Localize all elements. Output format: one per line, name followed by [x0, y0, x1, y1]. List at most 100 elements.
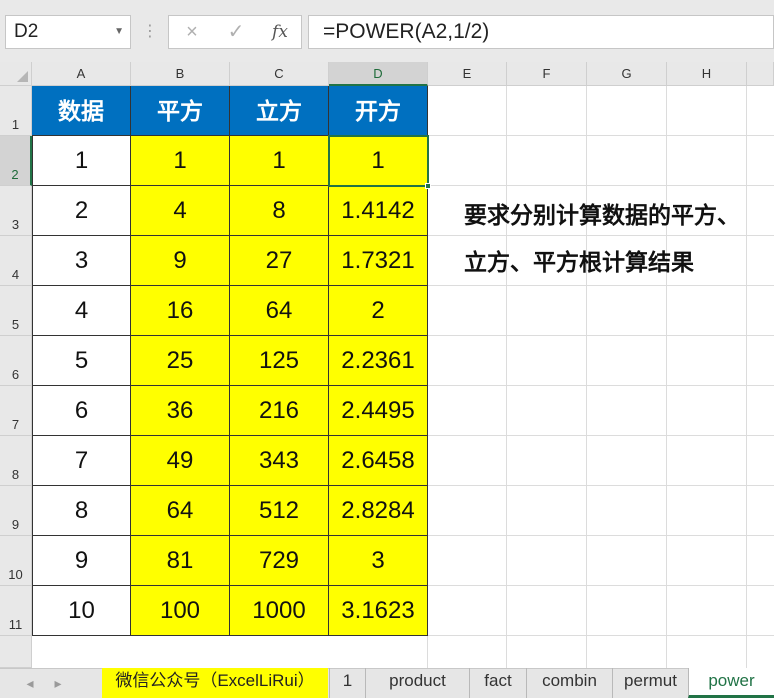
tab-fact[interactable]: fact	[469, 668, 526, 698]
row-header-label: 4	[11, 267, 20, 282]
column-header-g[interactable]: G	[587, 62, 667, 86]
data-cell[interactable]: 512	[230, 486, 329, 536]
row-header-9[interactable]: 9	[0, 486, 32, 536]
gridline-vertical	[506, 86, 507, 668]
data-cell[interactable]: 1.4142	[329, 186, 428, 236]
tab-wechat-account[interactable]: 微信公众号（ExcelLiRui）	[102, 668, 328, 698]
row-header-1[interactable]: 1	[0, 86, 32, 136]
column-header-a[interactable]: A	[32, 62, 131, 86]
gridline-vertical	[586, 86, 587, 668]
row-header-4[interactable]: 4	[0, 236, 32, 286]
header-cell[interactable]: 数据	[32, 86, 131, 136]
row-header-2[interactable]: 2	[0, 136, 32, 186]
data-cell[interactable]: 2.8284	[329, 486, 428, 536]
data-cell[interactable]: 1	[131, 136, 230, 186]
note-line-2: 立方、平方根计算结果	[464, 249, 694, 275]
name-box[interactable]: D2 ▼	[5, 15, 131, 49]
data-cell[interactable]: 9	[32, 536, 131, 586]
row-header-8[interactable]: 8	[0, 436, 32, 486]
note-line-1: 要求分别计算数据的平方、	[464, 202, 740, 228]
column-header-b[interactable]: B	[131, 62, 230, 86]
data-cell[interactable]: 3	[32, 236, 131, 286]
data-cell[interactable]: 64	[230, 286, 329, 336]
gridline-vertical	[746, 86, 747, 668]
row-header-label: 7	[11, 417, 20, 432]
tab-product[interactable]: product	[365, 668, 469, 698]
insert-function-icon[interactable]: fx	[265, 16, 295, 48]
row-header-label: 9	[11, 517, 20, 532]
chevron-left-icon[interactable]: ◂	[20, 668, 40, 698]
row-header-label: 1	[11, 117, 20, 132]
data-cell[interactable]: 2.2361	[329, 336, 428, 386]
row-header-6[interactable]: 6	[0, 336, 32, 386]
data-cell[interactable]: 25	[131, 336, 230, 386]
data-cell[interactable]: 125	[230, 336, 329, 386]
data-cell[interactable]: 1	[230, 136, 329, 186]
data-cell[interactable]: 27	[230, 236, 329, 286]
column-header-h[interactable]: H	[667, 62, 747, 86]
row-header-label: 8	[11, 467, 20, 482]
data-cell[interactable]: 3	[329, 536, 428, 586]
data-cell[interactable]: 1	[32, 136, 131, 186]
row-header-11[interactable]: 11	[0, 586, 32, 636]
tab-power[interactable]: power	[688, 668, 774, 698]
select-all-icon	[17, 71, 28, 82]
column-header-f[interactable]: F	[507, 62, 587, 86]
data-cell[interactable]: 100	[131, 586, 230, 636]
row-header-label: 3	[11, 217, 20, 232]
fill-handle[interactable]	[425, 183, 431, 189]
data-cell[interactable]: 1000	[230, 586, 329, 636]
data-cell[interactable]: 8	[230, 186, 329, 236]
row-header-next[interactable]	[0, 636, 32, 668]
chevron-down-icon[interactable]: ▼	[114, 16, 124, 48]
data-cell[interactable]: 6	[32, 386, 131, 436]
data-cell[interactable]: 1.7321	[329, 236, 428, 286]
column-header-e[interactable]: E	[428, 62, 507, 86]
data-cell[interactable]: 16	[131, 286, 230, 336]
data-cell[interactable]: 2	[329, 286, 428, 336]
data-cell[interactable]: 81	[131, 536, 230, 586]
data-cell[interactable]: 343	[230, 436, 329, 486]
data-cell[interactable]: 36	[131, 386, 230, 436]
select-all-button[interactable]	[0, 62, 32, 86]
row-header-10[interactable]: 10	[0, 536, 32, 586]
row-header-7[interactable]: 7	[0, 386, 32, 436]
chevron-right-icon[interactable]: ▸	[48, 668, 68, 698]
row-header-label: 6	[11, 367, 20, 382]
enter-icon[interactable]: ✓	[221, 16, 251, 48]
data-cell[interactable]: 4	[32, 286, 131, 336]
formula-input[interactable]: =POWER(A2,1/2)	[308, 15, 774, 49]
tab-permut[interactable]: permut	[612, 668, 688, 698]
data-cell[interactable]: 9	[131, 236, 230, 286]
data-cell[interactable]: 4	[131, 186, 230, 236]
drag-handle-icon[interactable]: ⋮	[142, 20, 158, 44]
data-cell[interactable]: 7	[32, 436, 131, 486]
column-header-next[interactable]	[747, 62, 774, 86]
active-cell-selection	[328, 135, 429, 187]
data-cell[interactable]: 8	[32, 486, 131, 536]
header-cell[interactable]: 开方	[329, 86, 428, 136]
data-cell[interactable]: 64	[131, 486, 230, 536]
data-cell[interactable]: 49	[131, 436, 230, 486]
header-cell[interactable]: 平方	[131, 86, 230, 136]
row-header-label: 5	[11, 317, 20, 332]
data-cell[interactable]: 2	[32, 186, 131, 236]
data-cell[interactable]: 3.1623	[329, 586, 428, 636]
gridline-vertical	[666, 86, 667, 668]
cancel-icon[interactable]: ×	[177, 16, 207, 48]
data-cell[interactable]: 10	[32, 586, 131, 636]
header-cell[interactable]: 立方	[230, 86, 329, 136]
data-cell[interactable]: 729	[230, 536, 329, 586]
data-cell[interactable]: 2.6458	[329, 436, 428, 486]
data-cell[interactable]: 5	[32, 336, 131, 386]
column-header-d[interactable]: D	[329, 62, 428, 86]
row-header-label: 10	[8, 567, 23, 582]
data-cell[interactable]: 2.4495	[329, 386, 428, 436]
row-header-3[interactable]: 3	[0, 186, 32, 236]
row-header-label: 2	[11, 167, 19, 182]
tab-1[interactable]: 1	[329, 668, 365, 698]
row-header-5[interactable]: 5	[0, 286, 32, 336]
tab-combin[interactable]: combin	[526, 668, 612, 698]
column-header-c[interactable]: C	[230, 62, 329, 86]
data-cell[interactable]: 216	[230, 386, 329, 436]
